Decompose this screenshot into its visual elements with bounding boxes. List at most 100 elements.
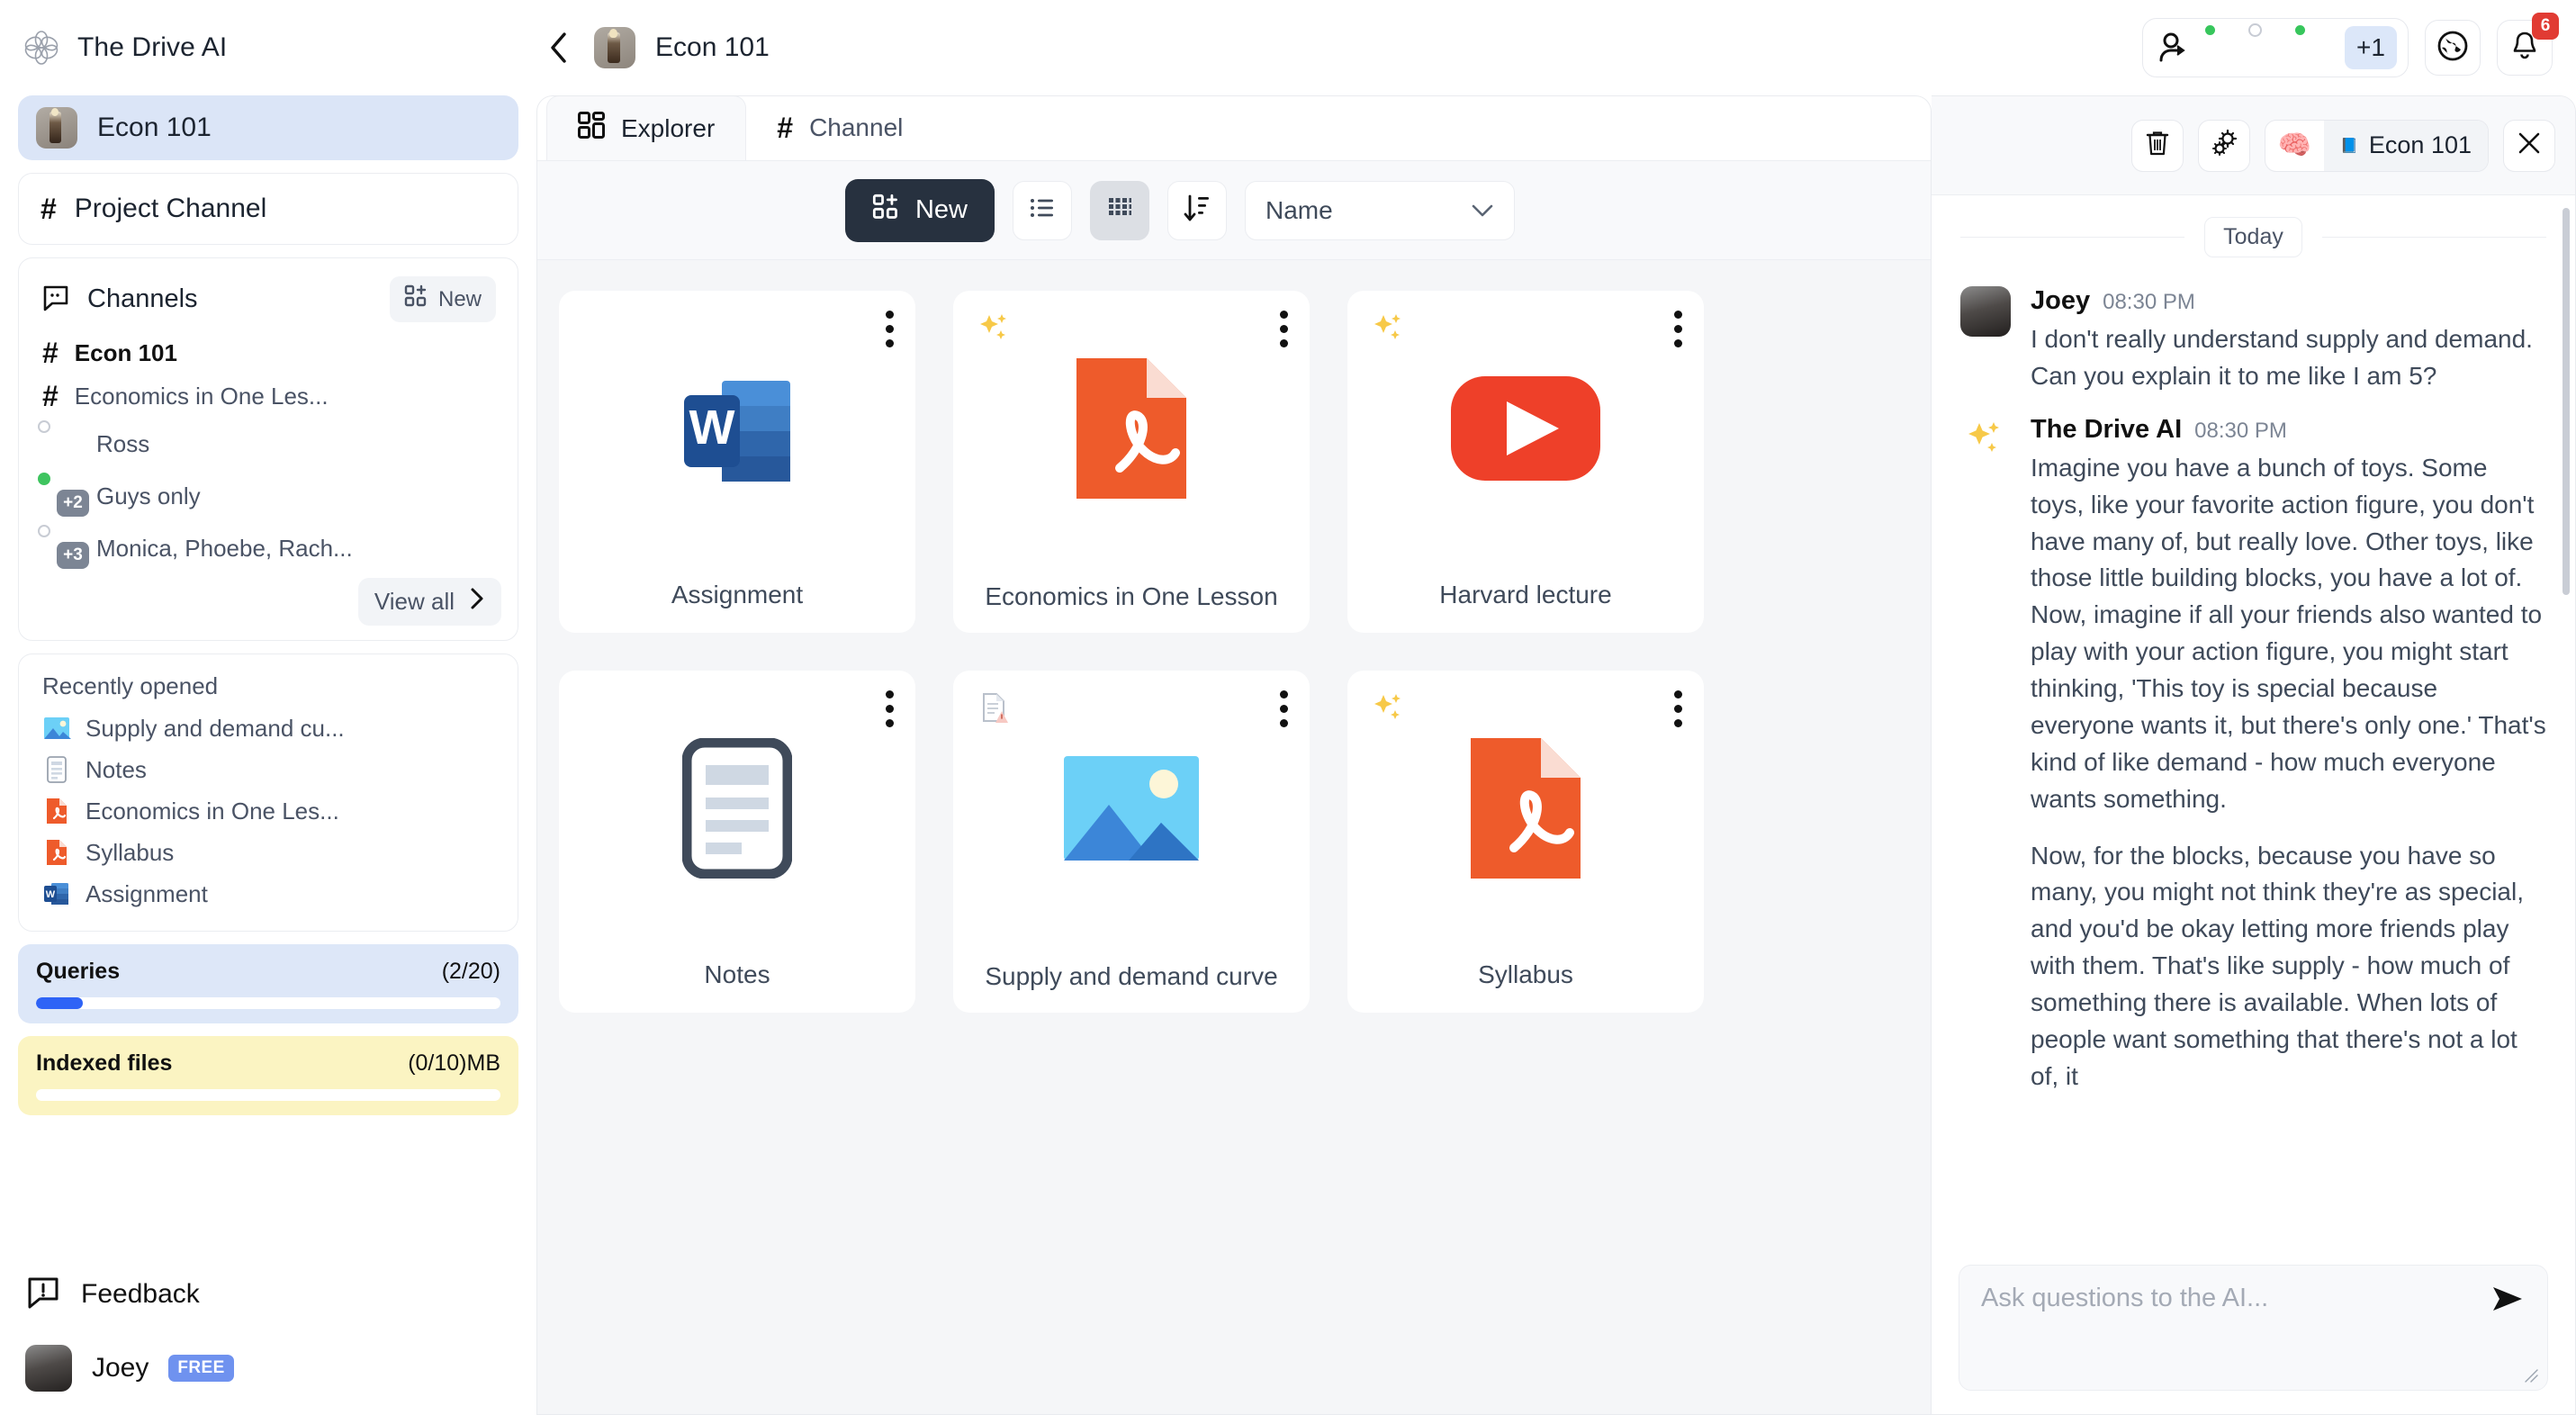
presence-dot-online <box>38 473 50 485</box>
sort-field-value: Name <box>1265 195 1333 224</box>
members-pill[interactable]: +1 <box>2142 18 2409 77</box>
invite-person-icon[interactable] <box>2157 29 2195 67</box>
channel-item-economics-in-one-lesson[interactable]: # Economics in One Les... <box>33 374 503 418</box>
message-paragraph: Imagine you have a bunch of toys. Some t… <box>2031 453 2546 813</box>
notifications-button[interactable]: 6 <box>2497 13 2559 76</box>
recent-item-label: Assignment <box>86 879 208 907</box>
file-grid: W Assignment Economics in One Lesson Har… <box>559 291 1931 1013</box>
recent-item-notes[interactable]: Notes <box>37 749 500 790</box>
gears-icon <box>2210 129 2238 162</box>
file-menu-button[interactable] <box>886 311 894 347</box>
indexed-files-meter: Indexed files (0/10)MB <box>18 1036 518 1115</box>
recent-item-supply-and-demand-curve[interactable]: Supply and demand cu... <box>37 708 500 749</box>
close-chat-button[interactable] <box>2503 119 2555 172</box>
workspace-avatar <box>36 107 77 149</box>
tab-label: Channel <box>809 113 904 141</box>
sidebar-workspace-label: Econ 101 <box>97 113 212 142</box>
chat-scrollbar[interactable] <box>2562 208 2570 595</box>
recent-item-assignment[interactable]: W Assignment <box>37 873 500 915</box>
presence-dot-offline <box>38 525 50 537</box>
file-menu-button[interactable] <box>1674 311 1682 347</box>
note-file-icon <box>42 755 71 784</box>
indexed-files-label: Indexed files <box>36 1050 173 1076</box>
notification-badge: 6 <box>2532 13 2559 40</box>
file-menu-button[interactable] <box>1280 690 1288 727</box>
file-menu-button[interactable] <box>886 690 894 727</box>
recent-item-label: Notes <box>86 755 147 783</box>
sidebar-workspace-econ-101[interactable]: Econ 101 <box>18 95 518 160</box>
presence-dot-online <box>2203 23 2217 37</box>
resize-grip-icon[interactable] <box>2522 1366 2538 1383</box>
presence-dot-offline <box>2248 23 2262 37</box>
chat-settings-button[interactable] <box>2197 119 2250 172</box>
sort-field-select[interactable]: Name <box>1245 180 1515 240</box>
top-bar: The Drive AI Econ 101 +1 6 <box>0 0 2576 95</box>
file-card-harvard-lecture[interactable]: Harvard lecture <box>1347 291 1704 633</box>
feedback-button[interactable]: Feedback <box>18 1265 518 1323</box>
back-chevron-icon[interactable] <box>544 30 574 66</box>
recent-item-economics-in-one-lesson[interactable]: Economics in One Les... <box>37 790 500 832</box>
chat-input[interactable] <box>1981 1284 2485 1313</box>
channel-item-monica-phoebe-rachel[interactable]: +3 Monica, Phoebe, Rach... <box>33 522 503 574</box>
document-warning-icon <box>968 681 1020 734</box>
delete-conversation-button[interactable] <box>2130 119 2184 172</box>
grid-view-button[interactable] <box>1090 180 1149 240</box>
file-name: Economics in One Lesson <box>985 581 1278 610</box>
sidebar-item-label: Project Channel <box>74 194 267 223</box>
explorer-toolbar: New Name <box>537 161 1931 260</box>
file-name: Supply and demand curve <box>985 961 1278 990</box>
file-card-syllabus[interactable]: Syllabus <box>1347 671 1704 1013</box>
sort-direction-button[interactable] <box>1167 180 1227 240</box>
composer[interactable] <box>1959 1265 2548 1391</box>
pdf-file-icon <box>1467 725 1584 892</box>
main-panel: Explorer # Channel New Name W Assignment… <box>536 95 1932 1415</box>
queries-progress-track <box>36 997 500 1009</box>
sidebar-item-project-channel[interactable]: # Project Channel <box>18 173 518 245</box>
image-file-icon <box>1064 725 1199 892</box>
channels-title: Channels <box>87 284 198 313</box>
recently-opened-title: Recently opened <box>42 672 219 699</box>
drive-ai-logo-icon <box>22 28 61 68</box>
user-profile[interactable]: Joey FREE <box>18 1336 518 1415</box>
queries-meter: Queries (2/20) <box>18 944 518 1023</box>
channel-item-econ-101[interactable]: # Econ 101 <box>33 331 503 374</box>
message-body: I don't really understand supply and dem… <box>2031 321 2546 395</box>
member-overflow-count[interactable]: +1 <box>2345 26 2397 69</box>
message-author: Joey <box>2031 286 2091 315</box>
file-card-economics-in-one-lesson[interactable]: Economics in One Lesson <box>953 291 1310 633</box>
channel-item-ross[interactable]: Ross <box>33 418 503 470</box>
day-separator-label: Today <box>2204 217 2302 257</box>
word-file-icon: W <box>42 879 71 908</box>
sort-descending-icon <box>1183 193 1211 228</box>
chat-messages[interactable]: Today Joey 08:30 PM I don't really under… <box>1932 195 2575 1250</box>
globe-icon <box>2436 30 2469 67</box>
send-button[interactable] <box>2490 1284 2527 1319</box>
tab-channel[interactable]: # Channel <box>746 96 933 160</box>
message-time: 08:30 PM <box>2103 290 2195 314</box>
chat-context-pill[interactable]: 🧠 📘 Econ 101 <box>2264 119 2489 172</box>
channel-item-guys-only[interactable]: +2 Guys only <box>33 470 503 522</box>
file-menu-button[interactable] <box>1280 311 1288 347</box>
member-avatar[interactable] <box>2293 23 2339 69</box>
chat-context-scope: 📘 Econ 101 <box>2323 120 2488 171</box>
globe-button[interactable] <box>2425 20 2481 76</box>
file-card-supply-and-demand-curve[interactable]: Supply and demand curve <box>953 671 1310 1013</box>
new-channel-button[interactable]: New <box>389 276 496 322</box>
workspace-avatar[interactable] <box>594 27 635 68</box>
presence-dot-online <box>2293 23 2307 37</box>
message-paragraph: Now, for the blocks, because you have so… <box>2031 841 2524 1090</box>
member-avatar[interactable] <box>2248 23 2294 69</box>
file-menu-button[interactable] <box>1674 690 1682 727</box>
tab-bar: Explorer # Channel <box>537 96 1931 161</box>
file-card-notes[interactable]: Notes <box>559 671 915 1013</box>
tab-explorer[interactable]: Explorer <box>546 96 747 160</box>
new-button[interactable]: New <box>844 178 995 242</box>
view-all-button[interactable]: View all <box>357 578 501 626</box>
avatar <box>25 1345 72 1392</box>
list-view-button[interactable] <box>1013 180 1072 240</box>
recent-item-syllabus[interactable]: Syllabus <box>37 832 500 873</box>
file-card-assignment[interactable]: W Assignment <box>559 291 915 633</box>
feedback-label: Feedback <box>81 1278 200 1309</box>
member-avatar[interactable] <box>2203 23 2249 69</box>
svg-text:W: W <box>689 401 735 455</box>
